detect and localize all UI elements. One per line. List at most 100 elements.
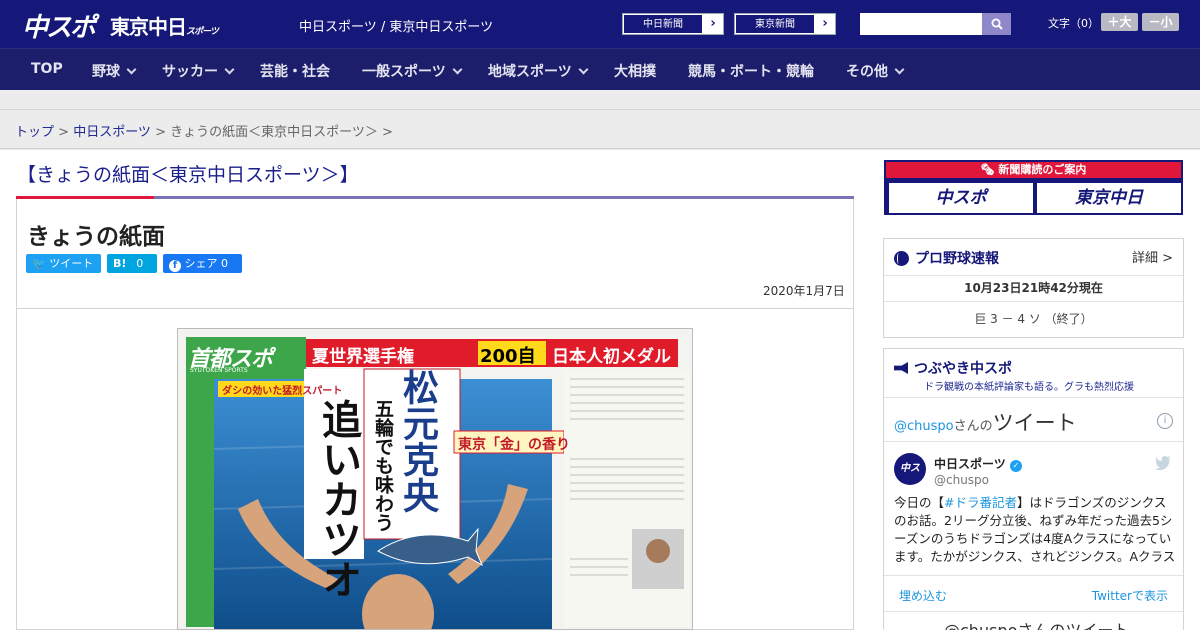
breadcrumb-tail: > (377, 125, 393, 140)
info-icon[interactable]: i (1157, 413, 1173, 429)
tokyo-logo-small: スポーツ (186, 27, 219, 37)
verified-icon: ✓ (1009, 460, 1022, 472)
tweet-text: 今日の【#ドラ番記者】はドラゴンズのジンクスのお話。2リーグ分立後、ねずみ年だっ… (894, 494, 1176, 568)
megaphone-icon (894, 362, 908, 374)
ad-logo-tokyo: 東京中日 (1037, 183, 1181, 213)
paper-name: 松元克央 (397, 369, 438, 513)
nav-item-general-sports[interactable]: 一般スポーツ (362, 61, 463, 81)
font-larger-button[interactable]: ＋大 (1101, 13, 1138, 31)
paper-brand-en: SYUTOKEN SPORTS (190, 367, 248, 374)
tokyo-shinbun-link[interactable]: 東京新聞 › (734, 13, 836, 35)
nav-label: 野球 (92, 64, 120, 80)
chunichi-shinbun-link[interactable]: 中日新聞 › (622, 13, 724, 35)
paper-sub1: 五輪でも味わう (372, 399, 394, 532)
paper-headline-top: 夏世界選手権 (312, 347, 414, 367)
nav-label: 芸能・社会 (260, 64, 330, 80)
breadcrumb-bar: トップ > 中日スポーツ > きょうの紙面＜東京中日スポーツ＞ > (0, 111, 1200, 149)
tweet-author-handle[interactable]: @chuspo (934, 473, 989, 487)
tweet-button[interactable]: 🐦 ツイート (26, 254, 101, 273)
newspaper-front-page[interactable]: 首都スポ SYUTOKEN SPORTS 夏世界選手権 200自 日本人初メダル… (177, 328, 693, 630)
timeline-handle[interactable]: @chuspo (894, 419, 954, 434)
chevron-right-icon: › (710, 16, 716, 31)
nav-item-soccer[interactable]: サッカー (162, 61, 235, 81)
article-heading: きょうの紙面 (27, 224, 165, 250)
font-size-label: 文字（0） (1048, 17, 1099, 30)
tsubuyaki-widget: つぶやき中スポ ドラ観戦の本紙評論家も語る。グラも熱烈応援 @chuspoさんの… (883, 348, 1184, 630)
site-search (860, 13, 1011, 35)
baseball-title: プロ野球速報 (915, 251, 999, 267)
embed-link[interactable]: 埋め込む (899, 587, 947, 604)
subscription-ad[interactable]: 🗞 新聞購読のご案内 中スポ 東京中日 (884, 160, 1183, 215)
search-input[interactable] (860, 13, 982, 35)
twitter-bird-icon (1155, 455, 1171, 474)
nav-label: 競馬・ボート・競輪 (688, 64, 814, 80)
nav-label: TOP (31, 61, 63, 77)
subscription-ad-title: 🗞 新聞購読のご案内 (886, 162, 1181, 178)
tweet-author-name[interactable]: 中日スポーツ ✓ (934, 455, 1022, 472)
search-button[interactable] (982, 13, 1011, 35)
page-title: 【きょうの紙面＜東京中日スポーツ＞】 (17, 164, 359, 186)
tokyo-shinbun-label: 東京新聞 (735, 14, 815, 34)
chuspo-logo[interactable]: 中スポ (22, 7, 96, 44)
nav-label: その他 (846, 64, 888, 80)
baseball-title-row: プロ野球速報 (894, 248, 999, 268)
tweet-button-label: ツイート (49, 257, 94, 270)
main-nav: TOP 野球 サッカー 芸能・社会 一般スポーツ 地域スポーツ 大相撲 競馬・ボ… (0, 48, 1200, 90)
share-count: 0 (221, 257, 228, 270)
search-icon (991, 18, 1003, 30)
nav-item-local-sports[interactable]: 地域スポーツ (488, 61, 589, 81)
timeline-title: ツイート (992, 411, 1077, 435)
nav-item-top[interactable]: TOP (31, 61, 63, 77)
chevron-down-icon (224, 64, 235, 75)
tweet-hashtag-link[interactable]: #ドラ番記者 (944, 495, 1017, 510)
newspaper-icon: 🗞 (980, 163, 999, 176)
font-smaller-button[interactable]: －小 (1142, 13, 1179, 31)
breadcrumb-sep: > (150, 125, 171, 140)
paper-kicker: ダシの効いた猛烈スパート (222, 386, 343, 397)
tsubuyaki-subtitle: ドラ観戦の本紙評論家も語る。グラも熱烈応援 (924, 382, 1134, 393)
view-on-twitter-link[interactable]: Twitterで表示 (1092, 587, 1168, 604)
nav-item-sumo[interactable]: 大相撲 (614, 61, 656, 81)
chunichi-shinbun-label: 中日新聞 (623, 14, 703, 34)
baseball-update-time: 10月23日21時42分現在 (884, 275, 1183, 301)
hatena-icon: B! (113, 257, 127, 270)
twitter-timeline-header: @chuspoさんのツイート (894, 407, 1077, 437)
hatena-bookmark-button[interactable]: B! 0 (107, 254, 157, 273)
nav-item-racing[interactable]: 競馬・ボート・競輪 (688, 61, 814, 81)
tokyo-logo-text: 東京中日 (110, 15, 187, 39)
paper-sub2: 追いカツオ (315, 399, 361, 599)
paper-headline-200: 200自 (480, 346, 536, 367)
ad-title-text: 新聞購読のご案内 (998, 163, 1087, 176)
breadcrumb-top-link[interactable]: トップ (15, 125, 54, 140)
tsubuyaki-title-row: つぶやき中スポ (894, 358, 1012, 378)
publish-date: 2020年1月7日 (763, 284, 845, 298)
tweet-author-label: 中日スポーツ (934, 457, 1006, 471)
chevron-down-icon (894, 64, 905, 75)
breadcrumb-chunichi-link[interactable]: 中日スポーツ (73, 125, 151, 140)
baseball-detail-link[interactable]: 詳細 > (1132, 247, 1173, 266)
baseball-score-widget: プロ野球速報 詳細 > 10月23日21時42分現在 巨 3 － 4 ソ （終了… (883, 238, 1184, 338)
hatena-count: 0 (136, 257, 144, 270)
site-header: 中スポ 東京中日スポーツ 中日スポーツ / 東京中日スポーツ 中日新聞 › 東京… (0, 0, 1200, 48)
site-name: 中日スポーツ / 東京中日スポーツ (299, 20, 494, 35)
chevron-down-icon (578, 64, 589, 75)
breadcrumb-sep: > (54, 125, 74, 140)
nav-item-baseball[interactable]: 野球 (92, 61, 137, 81)
facebook-share-button[interactable]: f シェア 0 (163, 254, 242, 273)
twitter-bird-icon: 🐦 (32, 257, 46, 270)
spacer-band (0, 90, 1200, 110)
facebook-icon: f (169, 260, 181, 272)
chevron-down-icon (126, 64, 137, 75)
avatar[interactable]: 中ス (894, 453, 926, 485)
nav-label: 大相撲 (614, 64, 656, 80)
tsubuyaki-title: つぶやき中スポ (914, 361, 1012, 377)
nav-item-entertainment[interactable]: 芸能・社会 (260, 61, 330, 81)
bottom-tweets-link[interactable]: @chuspoさんのツイート (944, 617, 1129, 630)
ad-logo-chuspo: 中スポ (889, 183, 1033, 213)
chevron-right-icon: › (822, 16, 828, 31)
tokyo-chunichi-logo[interactable]: 東京中日スポーツ (110, 11, 219, 40)
nav-label: サッカー (162, 64, 218, 80)
baseball-score[interactable]: 巨 3 － 4 ソ （終了） (884, 301, 1183, 337)
nav-label: 一般スポーツ (362, 64, 446, 80)
nav-item-other[interactable]: その他 (846, 61, 905, 81)
